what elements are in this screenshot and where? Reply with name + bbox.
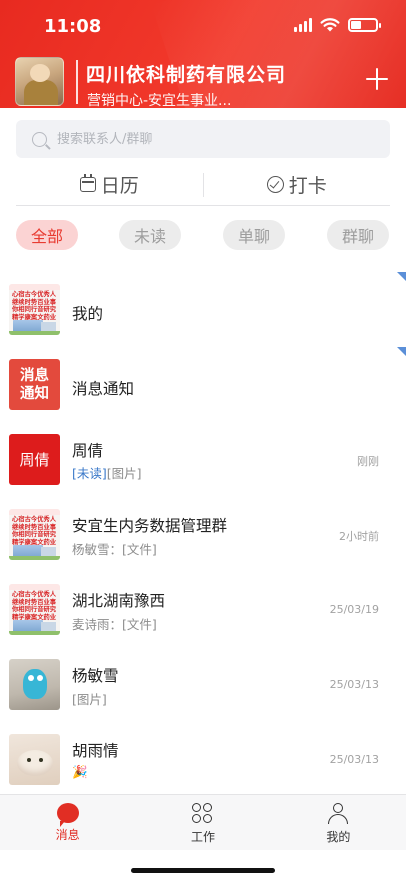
photo-avatar <box>9 734 60 785</box>
filter-chip-all[interactable]: 全部 <box>16 220 78 250</box>
tab-me[interactable]: 我的 <box>271 795 406 850</box>
conversation-preview: 麦诗雨：[文件] <box>72 617 157 632</box>
filter-chip-group[interactable]: 群聊 <box>327 220 389 250</box>
conversation-preview: [图片] <box>72 692 107 707</box>
poster-text: 心宿古今优秀人 继续时势百业事 你相同行音研究 精学康案文药业 <box>12 291 57 321</box>
conversation-time: 刚刚 <box>357 455 379 468</box>
checkin-label: 打卡 <box>288 175 327 197</box>
unread-tag: [未读] <box>72 466 107 481</box>
checkin-button[interactable]: 打卡 <box>204 171 391 198</box>
pinned-marker <box>397 347 406 356</box>
conversation-name: 安宜生内务数据管理群 <box>72 517 228 535</box>
status-bar: 11:08 <box>0 0 406 52</box>
conversation-item[interactable]: 心宿古今优秀人 继续时势百业事 你相同行音研究 精学康案文药业 安宜生内务数据管理群 … <box>0 497 406 572</box>
conversation-item[interactable]: 消息 通知 消息通知 <box>0 347 406 422</box>
notice-avatar: 消息 通知 <box>9 359 60 410</box>
profile-icon <box>327 803 349 825</box>
company-avatar[interactable] <box>15 57 64 106</box>
tab-messages[interactable]: 消息 <box>0 795 135 850</box>
poster-avatar: 心宿古今优秀人 继续时势百业事 你相同行音研究 精学康案文药业 <box>9 284 60 335</box>
checkin-icon <box>266 176 284 193</box>
conversation-time: 2小时前 <box>339 530 379 543</box>
conversation-time: 25/03/19 <box>329 603 379 616</box>
search-bar[interactable] <box>16 120 390 158</box>
company-name[interactable]: 四川依科制药有限公司 <box>86 60 286 87</box>
notice-avatar-line2: 通知 <box>20 385 49 402</box>
filter-chips: 全部 未读 单聊 群聊 <box>0 220 406 250</box>
home-indicator <box>131 868 275 873</box>
filter-chip-single[interactable]: 单聊 <box>223 220 285 250</box>
status-time: 11:08 <box>44 16 102 37</box>
conversation-item[interactable]: 周倩 周倩 [未读][图片] 刚刚 <box>0 422 406 497</box>
conversation-name: 周倩 <box>72 442 104 460</box>
pinned-marker <box>397 272 406 281</box>
conversation-time: 25/03/13 <box>329 753 379 766</box>
search-icon <box>32 131 47 147</box>
tab-label: 消息 <box>55 828 80 842</box>
quick-tools: 日历 打卡 <box>16 164 390 206</box>
status-icons <box>294 18 381 32</box>
bottom-tab-bar: 消息 工作 我的 <box>0 794 406 850</box>
conversation-list: 心宿古今优秀人 继续时势百业事 你相同行音研究 精学康案文药业 我的 消息 通知 消息… <box>0 272 406 797</box>
preview-text: [图片] <box>106 466 142 481</box>
calendar-icon <box>79 174 96 192</box>
tab-work[interactable]: 工作 <box>135 795 270 850</box>
conversation-item[interactable]: 杨敏雪 [图片] 25/03/13 <box>0 647 406 722</box>
tab-label: 工作 <box>190 830 215 844</box>
conversation-name: 湖北湖南豫西 <box>72 592 166 610</box>
notice-avatar-line1: 消息 <box>20 367 49 384</box>
calendar-button[interactable]: 日历 <box>16 171 203 198</box>
filter-chip-unread[interactable]: 未读 <box>119 220 181 250</box>
poster-avatar: 心宿古今优秀人 继续时势百业事 你相同行音研究 精学康案文药业 <box>9 584 60 635</box>
poster-text: 心宿古今优秀人 继续时势百业事 你相同行音研究 精学康案文药业 <box>12 516 57 546</box>
department-label[interactable]: 营销中心-安宜生事业... <box>87 90 231 108</box>
tab-label: 我的 <box>326 830 351 844</box>
conversation-name: 胡雨情 <box>72 742 119 760</box>
poster-text: 心宿古今优秀人 继续时势百业事 你相同行音研究 精学康案文药业 <box>12 591 57 621</box>
conversation-item[interactable]: 胡雨情 🎉 25/03/13 <box>0 722 406 797</box>
message-icon <box>56 803 79 827</box>
calendar-label: 日历 <box>100 175 139 197</box>
poster-avatar: 心宿古今优秀人 继续时势百业事 你相同行音研究 精学康案文药业 <box>9 509 60 560</box>
work-grid-icon <box>191 803 214 825</box>
conversation-preview: 杨敏雪：[文件] <box>72 542 157 557</box>
search-input[interactable] <box>57 131 357 147</box>
conversation-preview: 🎉 <box>72 764 88 779</box>
conversation-time: 25/03/13 <box>329 678 379 691</box>
add-plus-button[interactable] <box>366 68 388 90</box>
header-divider <box>76 60 78 104</box>
battery-icon <box>348 18 381 32</box>
conversation-name: 杨敏雪 <box>72 667 119 685</box>
cellular-signal-icon <box>294 18 312 32</box>
wifi-icon <box>320 18 340 32</box>
conversation-preview: [未读][图片] <box>72 463 142 482</box>
conversation-item[interactable]: 心宿古今优秀人 继续时势百业事 你相同行音研究 精学康案文药业 湖北湖南豫西 麦诗雨：… <box>0 572 406 647</box>
text-avatar: 周倩 <box>9 434 60 485</box>
conversation-item[interactable]: 心宿古今优秀人 继续时势百业事 你相同行音研究 精学康案文药业 我的 <box>0 272 406 347</box>
conversation-name: 消息通知 <box>72 380 135 398</box>
photo-avatar <box>9 659 60 710</box>
app-header: 11:08 四川依科制药有限公司 营销中心-安宜生事业... <box>0 0 406 108</box>
conversation-name: 我的 <box>72 305 104 323</box>
